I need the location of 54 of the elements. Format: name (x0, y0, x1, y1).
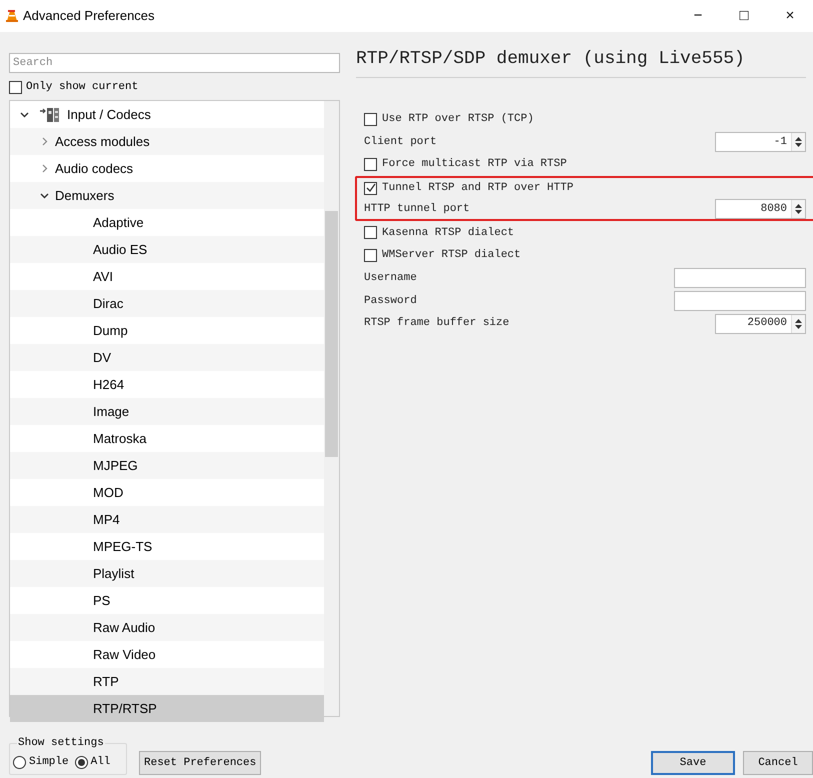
chevron-down-icon[interactable] (20, 110, 29, 119)
checkbox[interactable] (364, 112, 377, 126)
checkbox[interactable] (9, 80, 22, 94)
cancel-button[interactable]: Cancel (743, 751, 813, 775)
maximize-button[interactable]: □ (721, 0, 767, 32)
tree-item[interactable]: DV (10, 344, 324, 371)
tree-item[interactable]: Demuxers (10, 182, 324, 209)
setting-label: Password (364, 294, 417, 309)
checkbox-label: WMServer RTSP dialect (382, 248, 521, 264)
tree-item[interactable]: Audio ES (10, 236, 324, 263)
tree-item[interactable]: Playlist (10, 560, 324, 587)
checkbox-label: Only show current (26, 80, 138, 95)
search-field[interactable]: Search (9, 53, 340, 73)
chevron-down-icon[interactable] (40, 191, 49, 200)
chevron-right-icon[interactable] (40, 164, 49, 173)
cone-icon (5, 9, 19, 23)
spin-box[interactable]: 8080 (715, 199, 806, 220)
panel-title: RTP/RTSP/SDP demuxer (using Live555) (356, 46, 806, 78)
tree-item[interactable]: Image (10, 398, 324, 425)
codec-icon (39, 106, 61, 122)
checkbox[interactable] (364, 158, 377, 172)
radio-button[interactable] (74, 756, 88, 768)
radio-label: Simple (29, 754, 69, 770)
spin-box[interactable]: 250000 (715, 314, 806, 334)
input-field[interactable] (674, 290, 806, 311)
tree-item[interactable]: Access modules (10, 128, 324, 155)
radio-label: All (90, 754, 110, 770)
checkbox-label: Force multicast RTP via RTSP (382, 157, 567, 172)
checkbox-label: Tunnel RTSP and RTP over HTTP (382, 181, 574, 196)
checkbox[interactable] (364, 248, 377, 262)
save-button[interactable]: Save (651, 751, 735, 775)
checkbox-label: Kasenna RTSP dialect (382, 226, 514, 241)
setting-label: RTSP frame buffer size (364, 316, 510, 332)
setting-label: HTTP tunnel port (364, 202, 470, 217)
close-button[interactable]: × (767, 0, 813, 32)
setting-label: Username (364, 270, 417, 286)
tree-item[interactable]: Dirac (10, 290, 324, 317)
checkbox[interactable] (364, 226, 377, 240)
chevron-right-icon[interactable] (40, 137, 49, 146)
input-field[interactable] (674, 268, 806, 288)
tree-item[interactable]: RTP (10, 668, 324, 695)
tree-item[interactable]: MP4 (10, 506, 324, 533)
radio-button[interactable] (13, 756, 26, 768)
tree-item[interactable]: RTP/RTSP (10, 695, 324, 722)
reset-button[interactable]: Reset Preferences (139, 751, 262, 775)
tree-item[interactable]: MJPEG (10, 452, 324, 479)
tree-item[interactable]: Raw Audio (10, 614, 324, 641)
scrollbar[interactable] (324, 101, 339, 716)
spin-box[interactable]: -1 (715, 132, 806, 152)
checkbox-label: Use RTP over RTSP (TCP) (382, 112, 534, 128)
window-title: Advanced Preferences (23, 7, 155, 26)
setting-label: Client port (364, 134, 437, 150)
minimize-button[interactable]: − (675, 0, 721, 32)
checkbox[interactable] (364, 182, 377, 195)
